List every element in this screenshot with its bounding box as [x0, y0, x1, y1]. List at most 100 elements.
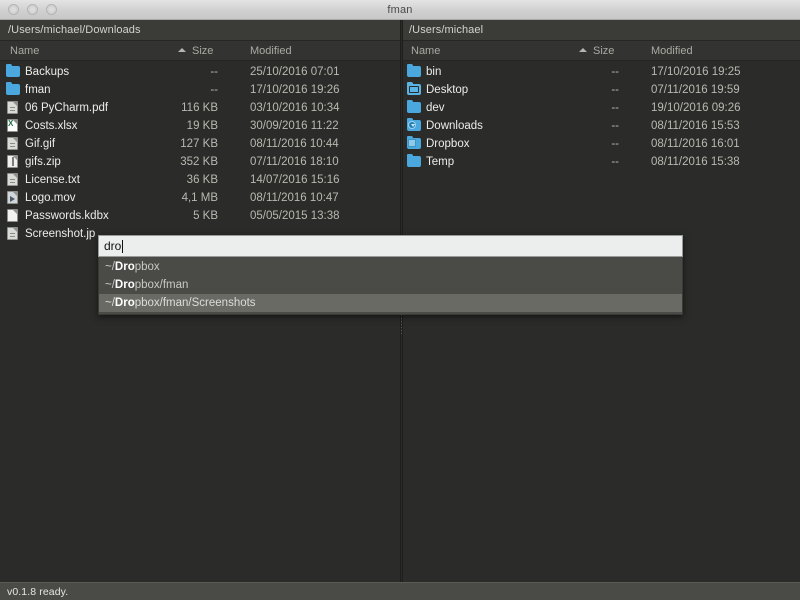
title-bar: fman [0, 0, 800, 20]
file-size: 352 KB [180, 156, 218, 168]
file-modified: 07/11/2016 18:10 [250, 156, 339, 168]
status-text: v0.1.8 ready. [7, 585, 69, 598]
zip-file-icon [6, 155, 20, 168]
suggestion-rest: pbox/fman [134, 279, 189, 291]
left-file-list[interactable]: Backups -- 25/10/2016 07:01 fman -- 17/10/201… [0, 61, 400, 582]
file-name: fman [25, 84, 51, 96]
table-row[interactable]: Downloads -- 08/11/2016 15:53 [401, 117, 800, 135]
desktop-folder-icon [407, 82, 421, 96]
table-row[interactable]: License.txt 36 KB 14/07/2016 15:16 [0, 171, 400, 189]
file-modified: 14/07/2016 15:16 [250, 174, 340, 186]
file-size: -- [611, 138, 619, 150]
dropbox-badge-icon [408, 139, 416, 147]
folder-icon [407, 100, 421, 114]
column-header-modified[interactable]: Modified [250, 41, 292, 61]
suggestion-prefix: ~/ [105, 297, 115, 309]
file-name: Gif.gif [25, 138, 56, 150]
file-size: -- [611, 66, 619, 78]
file-name: Passwords.kdbx [25, 210, 109, 222]
sort-ascending-icon [579, 48, 587, 52]
window-title: fman [387, 3, 413, 16]
left-column-header: Name Size Modified [0, 41, 400, 61]
file-modified: 07/11/2016 19:59 [651, 84, 740, 96]
table-row[interactable]: Costs.xlsx 19 KB 30/09/2016 11:22 [0, 117, 400, 135]
movie-file-icon [6, 191, 20, 204]
file-size: 116 KB [181, 102, 218, 114]
right-file-list[interactable]: bin -- 17/10/2016 19:25 Desktop -- 07/11/2016… [401, 61, 800, 582]
file-name: gifs.zip [25, 156, 61, 168]
table-row[interactable]: Dropbox -- 08/11/2016 16:01 [401, 135, 800, 153]
table-row[interactable]: Passwords.kdbx 5 KB 05/05/2015 13:38 [0, 207, 400, 225]
table-row[interactable]: Gif.gif 127 KB 08/11/2016 10:44 [0, 135, 400, 153]
dropbox-folder-icon [407, 136, 421, 150]
left-path-bar[interactable]: /Users/michael/Downloads [0, 20, 400, 41]
file-modified: 17/10/2016 19:25 [651, 66, 741, 78]
folder-icon [407, 64, 421, 78]
table-row[interactable]: 06 PyCharm.pdf 116 KB 03/10/2016 10:34 [0, 99, 400, 117]
autocomplete-suggestion-list[interactable]: ~/Dropbox ~/Dropbox/fman ~/Dropbox/fman/Sc… [98, 257, 683, 315]
file-name: License.txt [25, 174, 80, 186]
file-modified: 30/09/2016 11:22 [250, 120, 339, 132]
file-size: 4,1 MB [181, 192, 218, 204]
splitter-grip[interactable] [401, 312, 402, 334]
table-row[interactable]: Desktop -- 07/11/2016 19:59 [401, 81, 800, 99]
autocomplete-suggestion[interactable]: ~/Dropbox/fman [99, 276, 682, 294]
excel-file-icon [6, 119, 20, 132]
table-row[interactable]: Backups -- 25/10/2016 07:01 [0, 63, 400, 81]
text-cursor [122, 239, 124, 253]
column-header-size[interactable]: Size [192, 41, 213, 61]
file-size: 36 KB [186, 174, 218, 186]
suggestion-match: Dro [114, 279, 135, 291]
file-size: 19 KB [186, 120, 218, 132]
table-row[interactable]: Logo.mov 4,1 MB 08/11/2016 10:47 [0, 189, 400, 207]
file-modified: 03/10/2016 10:34 [250, 102, 340, 114]
file-name: Temp [426, 156, 455, 168]
suggestion-rest: pbox/fman/Screenshots [134, 297, 256, 309]
autocomplete-suggestion[interactable]: ~/Dropbox/fman/Screenshots [99, 294, 682, 312]
column-header-name[interactable]: Name [10, 41, 39, 61]
file-modified: 08/11/2016 15:38 [651, 156, 740, 168]
file-name: bin [426, 66, 442, 78]
file-name: Dropbox [426, 138, 470, 150]
table-row[interactable]: fman -- 17/10/2016 19:26 [0, 81, 400, 99]
file-modified: 08/11/2016 16:01 [651, 138, 740, 150]
column-header-size[interactable]: Size [593, 41, 614, 61]
file-name: Desktop [426, 84, 469, 96]
file-name: dev [426, 102, 445, 114]
sort-ascending-icon [178, 48, 186, 52]
path-input-value: dro [104, 239, 122, 253]
file-size: -- [611, 156, 619, 168]
file-size: -- [611, 84, 619, 96]
suggestion-rest: pbox [134, 261, 160, 273]
column-header-name[interactable]: Name [411, 41, 440, 61]
autocomplete-suggestion[interactable]: ~/Dropbox [99, 258, 682, 276]
file-name: Backups [25, 66, 70, 78]
download-badge-icon [408, 121, 416, 129]
file-name: 06 PyCharm.pdf [25, 102, 109, 114]
right-column-header: Name Size Modified [401, 41, 800, 61]
file-size: -- [210, 66, 218, 78]
file-name: Downloads [426, 120, 483, 132]
downloads-folder-icon [407, 118, 421, 132]
file-modified: 08/11/2016 15:53 [651, 120, 740, 132]
table-row[interactable]: bin -- 17/10/2016 19:25 [401, 63, 800, 81]
pane-container: /Users/michael/Downloads Name Size Modif… [0, 20, 800, 582]
file-modified: 19/10/2016 09:26 [651, 102, 741, 114]
suggestion-prefix: ~/ [105, 279, 115, 291]
folder-icon [407, 154, 421, 168]
image-file-icon [6, 137, 20, 150]
table-row[interactable]: dev -- 19/10/2016 09:26 [401, 99, 800, 117]
column-header-modified[interactable]: Modified [651, 41, 693, 61]
suggestion-prefix: ~/ [105, 261, 115, 273]
fman-window: fman /Users/michael/Downloads Name Size … [0, 0, 800, 600]
table-row[interactable]: Temp -- 08/11/2016 15:38 [401, 153, 800, 171]
suggestion-match: Dro [114, 261, 135, 273]
file-modified: 17/10/2016 19:26 [250, 84, 340, 96]
file-size: 5 KB [193, 210, 218, 222]
file-name: Logo.mov [25, 192, 76, 204]
file-size: -- [611, 102, 619, 114]
path-input-field[interactable]: dro [98, 235, 683, 257]
table-row[interactable]: gifs.zip 352 KB 07/11/2016 18:10 [0, 153, 400, 171]
right-path-bar[interactable]: /Users/michael [401, 20, 800, 41]
file-modified: 08/11/2016 10:44 [250, 138, 339, 150]
